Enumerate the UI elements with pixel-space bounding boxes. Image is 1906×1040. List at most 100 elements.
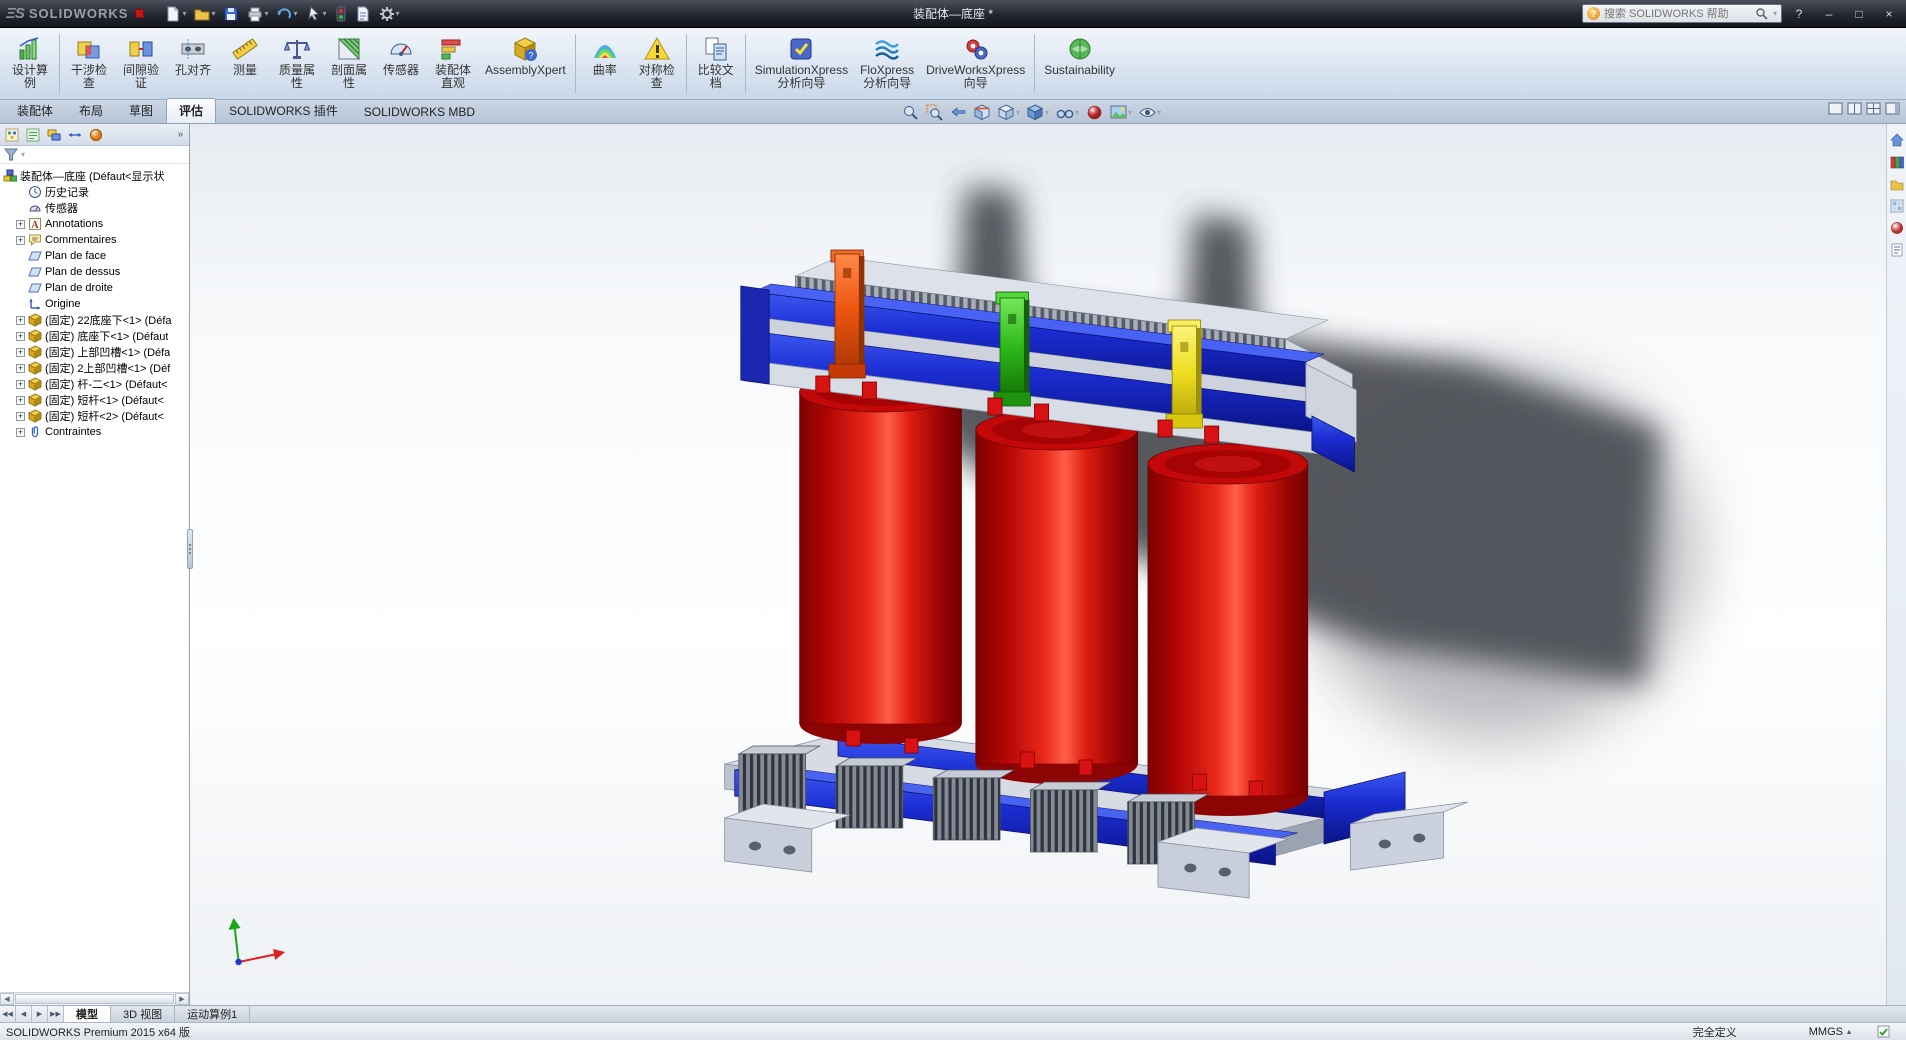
file-explorer-tab[interactable] [1889,176,1905,192]
filter-caret-icon[interactable]: ▾ [21,150,25,159]
section-properties-button[interactable]: 剖面属 性 [323,30,375,97]
clearance-verification-button[interactable]: 间隙验 证 [115,30,167,97]
expand-icon[interactable] [16,236,25,245]
expand-icon[interactable] [16,412,25,421]
tab-scroll-left-icon[interactable]: ◀ [16,1006,32,1022]
search-input[interactable] [1604,8,1751,20]
solidworks-resources-tab[interactable] [1889,132,1905,148]
design-study-button[interactable]: 设计算 例 [4,30,56,97]
sensor-button[interactable]: 传感器 [375,30,427,97]
tree-item-mates[interactable]: Contraintes [0,424,189,440]
display-style-button[interactable]: ▾ [1025,102,1051,122]
apply-scene-button[interactable]: ▾ [1108,102,1134,122]
undo-button[interactable]: ▾ [273,3,300,25]
view-settings-button[interactable]: ▾ [1137,102,1163,122]
design-library-tab[interactable] [1889,154,1905,170]
viewport-four-icon[interactable] [1866,102,1881,115]
open-button[interactable]: ▾ [191,3,218,25]
zoom-to-fit-button[interactable] [900,102,921,122]
tree-horizontal-scrollbar[interactable]: ◀ ▶ [0,992,189,1005]
unit-system-button[interactable]: MMGS ▴ [1809,1026,1851,1038]
tab-model[interactable]: 模型 [64,1006,111,1022]
tab-sketch[interactable]: 草图 [116,98,166,123]
graphics-viewport[interactable] [190,124,1886,1005]
tab-3d-views[interactable]: 3D 视图 [111,1006,175,1022]
help-button[interactable]: ? [1786,4,1812,24]
curvature-button[interactable]: 曲率 [579,30,631,97]
tab-solidworks-mbd[interactable]: SOLIDWORKS MBD [351,101,488,123]
tree-item-part[interactable]: (固定) 短杆<2> (Défaut< [0,408,189,424]
floxpress-button[interactable]: FloXpress 分析向导 [854,30,920,97]
tree-item-plane-top[interactable]: Plan de dessus [0,264,189,280]
view-orientation-button[interactable]: ▾ [996,102,1022,122]
tree-item-part[interactable]: (固定) 短杆<1> (Défaut< [0,392,189,408]
zoom-to-area-button[interactable] [924,102,945,122]
close-button[interactable]: × [1876,4,1902,24]
tree-item-sensors[interactable]: 传感器 [0,200,189,216]
file-properties-button[interactable] [352,3,374,25]
interference-check-button[interactable]: 干涉检 查 [63,30,115,97]
propertymanager-tab[interactable] [24,126,42,144]
expand-icon[interactable] [16,380,25,389]
panel-overflow-chevron[interactable]: » [174,129,186,140]
tree-item-plane-right[interactable]: Plan de droite [0,280,189,296]
tree-item-origin[interactable]: Origine [0,296,189,312]
hide-show-items-button[interactable]: ▾ [1054,102,1081,122]
compare-documents-button[interactable]: 比较文 档 [690,30,742,97]
view-palette-tab[interactable] [1889,198,1905,214]
status-badge-icon[interactable] [1877,1025,1890,1038]
driveworksxpress-button[interactable]: DriveWorksXpress 向导 [920,30,1031,97]
previous-view-button[interactable] [948,102,969,122]
tree-item-part[interactable]: (固定) 底座下<1> (Défaut [0,328,189,344]
scrollbar-thumb[interactable] [15,994,174,1004]
simulationxpress-button[interactable]: SimulationXpress 分析向导 [749,30,854,97]
mass-properties-button[interactable]: 质量属 性 [271,30,323,97]
measure-button[interactable]: 测量 [219,30,271,97]
appearances-tab[interactable] [1889,220,1905,236]
viewport-single-icon[interactable] [1828,102,1843,115]
print-button[interactable]: ▾ [244,3,271,25]
rebuild-button[interactable] [332,3,350,25]
tree-root-assembly[interactable]: 装配体—底座 (Défaut<显示状 [0,168,189,184]
options-button[interactable]: ▾ [376,3,403,25]
symmetry-check-button[interactable]: 对称检 查 [631,30,683,97]
tree-item-plane-front[interactable]: Plan de face [0,248,189,264]
expand-icon[interactable] [16,220,25,229]
tab-layout[interactable]: 布局 [66,98,116,123]
scroll-left-icon[interactable]: ◀ [0,993,14,1005]
section-view-button[interactable] [972,102,993,122]
tree-item-part[interactable]: (固定) 2上部凹槽<1> (Déf [0,360,189,376]
tree-item-part[interactable]: (固定) 22底座下<1> (Défa [0,312,189,328]
select-button[interactable]: ▾ [303,3,330,25]
dimxpertmanager-tab[interactable] [66,126,84,144]
tree-item-annotations[interactable]: A Annotations [0,216,189,232]
assembly-visualization-button[interactable]: 装配体 直观 [427,30,479,97]
sustainability-button[interactable]: Sustainability [1038,30,1121,97]
tab-scroll-right-icon[interactable]: ▶ [32,1006,48,1022]
tab-scroll-first-icon[interactable]: ◀◀ [0,1006,16,1022]
filter-funnel-icon[interactable] [4,148,18,161]
configurationmanager-tab[interactable] [45,126,63,144]
tab-scroll-last-icon[interactable]: ▶▶ [48,1006,64,1022]
expand-icon[interactable] [16,396,25,405]
tab-motion-study[interactable]: 运动算例1 [175,1006,250,1022]
expand-icon[interactable] [16,332,25,341]
tree-item-part[interactable]: (固定) 上部凹槽<1> (Défa [0,344,189,360]
assemblyxpert-button[interactable]: ? AssemblyXpert [479,30,572,97]
expand-icon[interactable] [16,364,25,373]
minimize-button[interactable]: – [1816,4,1842,24]
scroll-right-icon[interactable]: ▶ [175,993,189,1005]
search-caret-icon[interactable]: ▾ [1773,9,1777,18]
new-button[interactable]: ▾ [162,3,189,25]
maximize-button[interactable]: □ [1846,4,1872,24]
tab-evaluate[interactable]: 评估 [166,98,216,123]
tree-item-comments[interactable]: Commentaires [0,232,189,248]
tab-assembly[interactable]: 装配体 [4,98,66,123]
hole-alignment-button[interactable]: 孔对齐 [167,30,219,97]
tab-solidworks-addins[interactable]: SOLIDWORKS 插件 [216,98,351,123]
displaymanager-tab[interactable] [87,126,105,144]
expand-icon[interactable] [16,348,25,357]
expand-icon[interactable] [16,428,25,437]
save-button[interactable] [220,3,242,25]
featuremanager-tab[interactable] [3,126,21,144]
